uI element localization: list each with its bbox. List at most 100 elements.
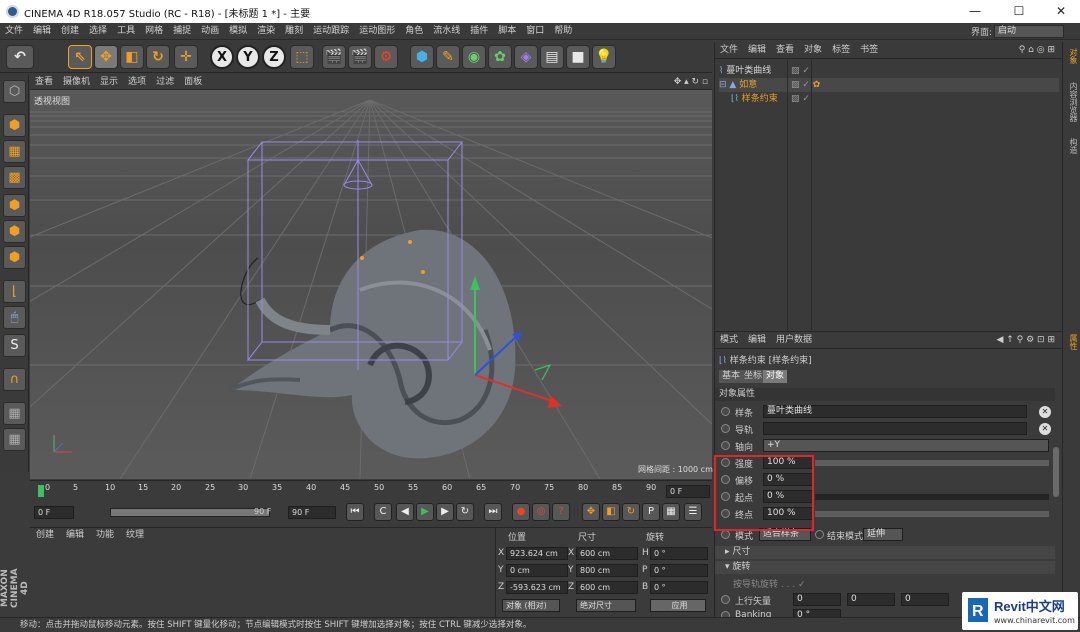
size-y-field[interactable]: 800 cm bbox=[576, 564, 638, 577]
render-to-picture-viewer-icon[interactable]: 🎬 bbox=[348, 45, 372, 69]
go-to-end-icon[interactable]: ⏭ bbox=[484, 503, 502, 521]
snap-icon[interactable]: S bbox=[3, 334, 26, 357]
menu-window[interactable]: 窗口 bbox=[521, 23, 549, 40]
upvector-x-field[interactable]: 0 bbox=[793, 593, 841, 606]
subdivision-icon[interactable]: ◉ bbox=[462, 45, 486, 69]
render-settings-icon[interactable]: ⚙ bbox=[374, 45, 398, 69]
object-row[interactable]: ⌇ 蔓叶类曲线 ▨ ✓ bbox=[719, 64, 1059, 78]
obj-menu-file[interactable]: 文件 bbox=[715, 42, 743, 59]
menu-plugins[interactable]: 插件 bbox=[465, 23, 493, 40]
maximize-button[interactable]: ☐ bbox=[1004, 3, 1034, 20]
section-size[interactable]: ▸ 尺寸 bbox=[715, 546, 1055, 559]
rotation-b-field[interactable]: 0 ° bbox=[650, 581, 708, 594]
magnet-icon[interactable]: ∩ bbox=[3, 368, 26, 391]
viewport-nav-icons[interactable]: ✥ ▴ ↻ ▫ bbox=[674, 74, 708, 90]
endmode-select[interactable]: 延伸 bbox=[863, 528, 903, 541]
link-clear-icon[interactable]: ✕ bbox=[1039, 406, 1051, 418]
rail-link-field[interactable] bbox=[763, 422, 1027, 435]
endmode-animate-toggle[interactable] bbox=[815, 530, 824, 539]
tab-basic[interactable]: 基本 bbox=[719, 370, 744, 383]
attr-nav-icons[interactable]: ◀ ↑ ⚲ ⚙ ⊡ ⊞ bbox=[991, 332, 1060, 349]
position-x-field[interactable]: 923.624 cm bbox=[506, 547, 568, 560]
apply-button[interactable]: 应用 bbox=[650, 599, 706, 612]
workplane-icon[interactable]: ▩ bbox=[3, 166, 26, 189]
menu-snap[interactable]: 捕捉 bbox=[168, 23, 196, 40]
section-rotate[interactable]: ▾ 旋转 bbox=[715, 561, 1055, 574]
animate-toggle[interactable] bbox=[721, 441, 730, 450]
animate-toggle[interactable] bbox=[721, 595, 730, 604]
move-tool-icon[interactable]: ✥ bbox=[94, 45, 118, 69]
key-pla-icon[interactable]: ▦ bbox=[662, 503, 680, 521]
material-menu-create[interactable]: 创建 bbox=[30, 528, 60, 542]
key-position-icon[interactable]: ✥ bbox=[582, 503, 600, 521]
points-mode-icon[interactable]: ⬢ bbox=[3, 194, 26, 217]
position-y-field[interactable]: 0 cm bbox=[506, 564, 568, 577]
tab-coord[interactable]: 坐标 bbox=[741, 370, 766, 383]
search-icon[interactable]: ⚲ ⌂ ◎ ⊞ bbox=[1014, 42, 1060, 59]
coordinate-system-icon[interactable]: ⬚ bbox=[290, 45, 314, 69]
menu-script[interactable]: 脚本 bbox=[493, 23, 521, 40]
visibility-icon[interactable]: ▨ ✓ ✿ bbox=[791, 78, 820, 92]
perspective-viewport[interactable] bbox=[30, 90, 712, 479]
menu-motion-tracking[interactable]: 运动跟踪 bbox=[308, 23, 354, 40]
size-z-field[interactable]: 600 cm bbox=[576, 581, 638, 594]
x-axis-icon[interactable]: X bbox=[210, 45, 234, 69]
attr-scrollbar[interactable] bbox=[1053, 447, 1059, 497]
menu-pipeline[interactable]: 流水线 bbox=[428, 23, 465, 40]
axis-select[interactable]: +Y bbox=[763, 439, 1049, 452]
tab-attributes[interactable]: 属性 bbox=[1065, 334, 1079, 350]
layout-select[interactable]: 启动 bbox=[994, 25, 1064, 38]
viewport-menu-view[interactable]: 查看 bbox=[30, 74, 58, 90]
key-scale-icon[interactable]: ◧ bbox=[602, 503, 620, 521]
visibility-icon[interactable]: ▨ ✓ bbox=[791, 92, 810, 106]
menu-select[interactable]: 选择 bbox=[84, 23, 112, 40]
autokey-icon[interactable]: ◎ bbox=[532, 503, 550, 521]
scale-tool-icon[interactable]: ◧ bbox=[120, 45, 144, 69]
position-z-field[interactable]: -593.623 cm bbox=[506, 581, 568, 594]
rotate-tool-icon[interactable]: ↻ bbox=[146, 45, 170, 69]
attr-menu-edit[interactable]: 编辑 bbox=[743, 332, 771, 349]
menu-create[interactable]: 创建 bbox=[56, 23, 84, 40]
select-tool-icon[interactable]: ⇖ bbox=[68, 45, 92, 69]
workplane-lock-icon[interactable]: ▦ bbox=[3, 402, 26, 425]
z-axis-icon[interactable]: Z bbox=[262, 45, 286, 69]
viewport-menu-camera[interactable]: 摄像机 bbox=[58, 74, 95, 90]
playhead[interactable] bbox=[38, 485, 44, 497]
play-icon[interactable]: ▶ bbox=[416, 503, 434, 521]
make-editable-icon[interactable]: ⬡ bbox=[3, 80, 26, 103]
obj-menu-object[interactable]: 对象 bbox=[799, 42, 827, 59]
minimize-button[interactable]: — bbox=[960, 3, 990, 20]
tab-structure[interactable]: 构造 bbox=[1065, 138, 1079, 154]
menu-edit[interactable]: 编辑 bbox=[28, 23, 56, 40]
render-view-icon[interactable]: 🎬 bbox=[322, 45, 346, 69]
tweak-mode-icon[interactable]: 🖱 bbox=[3, 306, 26, 329]
menu-animate[interactable]: 动画 bbox=[196, 23, 224, 40]
start-slider[interactable] bbox=[815, 494, 1049, 500]
obj-menu-view[interactable]: 查看 bbox=[771, 42, 799, 59]
attr-menu-userdata[interactable]: 用户数据 bbox=[771, 332, 817, 349]
size-x-field[interactable]: 600 cm bbox=[576, 547, 638, 560]
last-tool-icon[interactable]: ✛ bbox=[174, 45, 198, 69]
model-mode-icon[interactable]: ⬢ bbox=[3, 114, 26, 137]
previous-frame-icon[interactable]: ◀ bbox=[396, 503, 414, 521]
close-button[interactable]: ✕ bbox=[1046, 3, 1076, 20]
end-frame-field[interactable]: 90 F bbox=[288, 506, 336, 519]
menu-mesh[interactable]: 网格 bbox=[140, 23, 168, 40]
texture-mode-icon[interactable]: ▦ bbox=[3, 140, 26, 163]
material-menu-edit[interactable]: 编辑 bbox=[60, 528, 90, 542]
keyframe-selection-icon[interactable]: ? bbox=[552, 503, 570, 521]
record-keys-icon[interactable]: ● bbox=[512, 503, 530, 521]
animate-toggle[interactable] bbox=[721, 407, 730, 416]
spline-link-field[interactable]: 蔓叶类曲线 bbox=[763, 405, 1027, 418]
material-menu-texture[interactable]: 纹理 bbox=[120, 528, 150, 542]
viewport-menu-display[interactable]: 显示 bbox=[95, 74, 123, 90]
menu-character[interactable]: 角色 bbox=[400, 23, 428, 40]
menu-tools[interactable]: 工具 bbox=[112, 23, 140, 40]
next-key-icon[interactable]: ↻ bbox=[456, 503, 474, 521]
menu-simulate[interactable]: 模拟 bbox=[224, 23, 252, 40]
go-to-start-icon[interactable]: ⏮ bbox=[346, 503, 364, 521]
timeline-menu-icon[interactable]: ☰ bbox=[684, 503, 702, 521]
y-axis-icon[interactable]: Y bbox=[236, 45, 260, 69]
animate-toggle[interactable] bbox=[721, 424, 730, 433]
object-row[interactable]: ⌊⌇ 样条约束 ▨ ✓ bbox=[719, 92, 1059, 106]
